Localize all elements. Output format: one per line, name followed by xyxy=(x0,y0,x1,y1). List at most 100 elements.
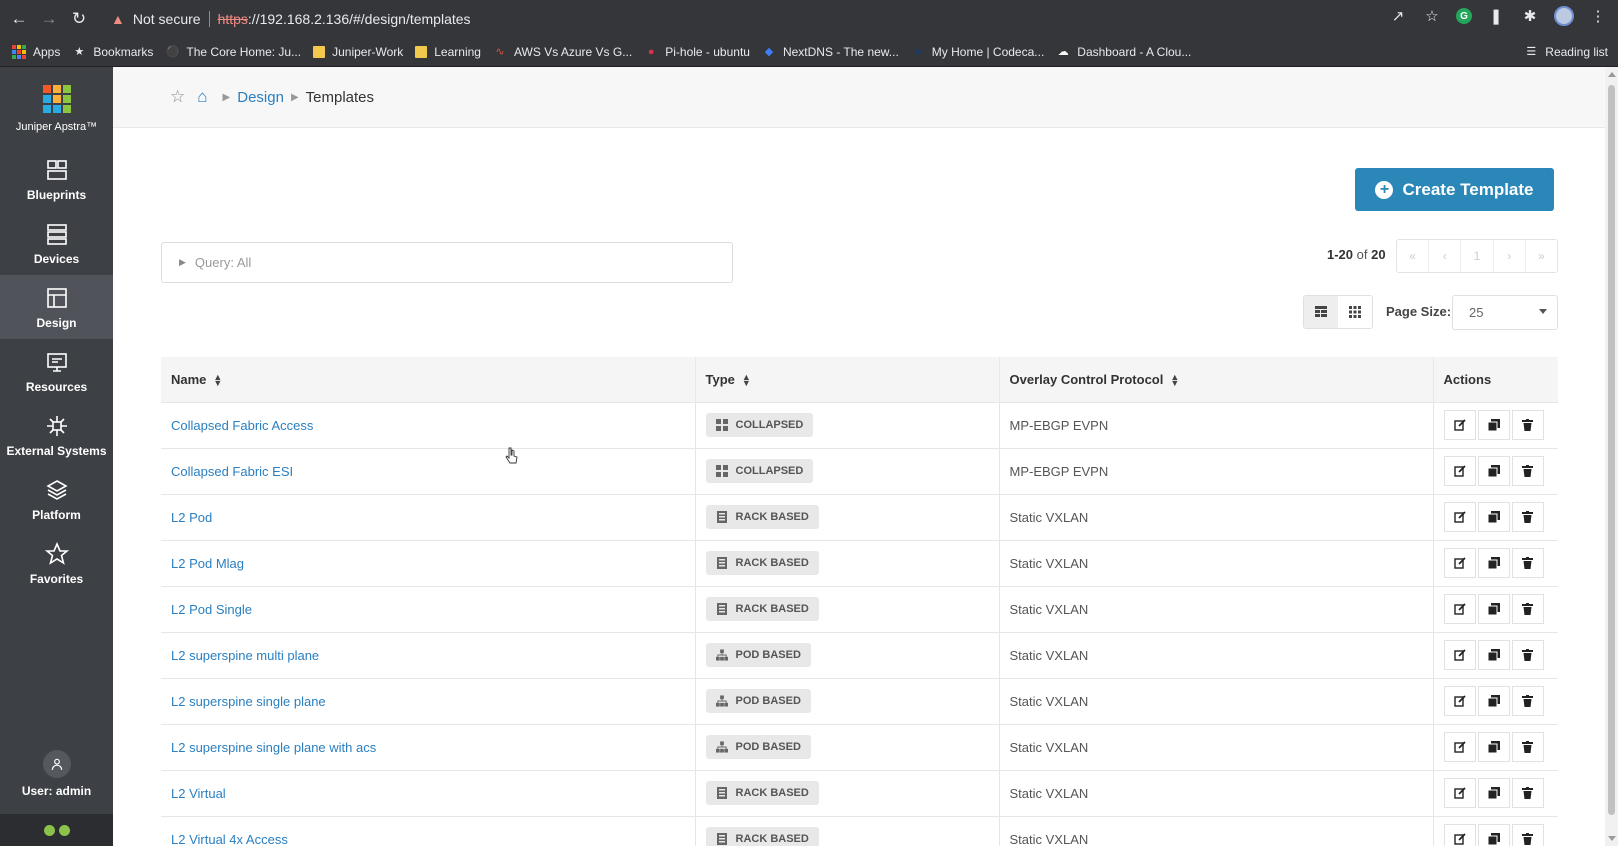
sidebar-item-favorites[interactable]: Favorites xyxy=(0,531,113,595)
delete-trash-icon[interactable] xyxy=(1511,456,1544,486)
bookmark-pihole[interactable]: ● Pi-hole - ubuntu xyxy=(644,45,750,59)
query-filter[interactable]: ▶ Query: All xyxy=(161,242,733,283)
template-name-link[interactable]: L2 superspine single plane xyxy=(171,694,326,709)
share-icon[interactable]: ↗ xyxy=(1388,6,1408,26)
scroll-thumb[interactable] xyxy=(1608,85,1615,815)
bookmark-learning[interactable]: Learning xyxy=(415,45,481,59)
edit-icon[interactable] xyxy=(1443,456,1476,486)
table-view-icon[interactable] xyxy=(1304,296,1338,328)
clone-icon[interactable] xyxy=(1477,732,1510,762)
current-page[interactable]: 1 xyxy=(1461,240,1494,272)
type-badge: POD BASED xyxy=(705,735,811,759)
edit-icon[interactable] xyxy=(1443,502,1476,532)
profile-avatar-icon[interactable] xyxy=(1554,6,1574,26)
clone-icon[interactable] xyxy=(1477,410,1510,440)
breadcrumb-design[interactable]: Design xyxy=(237,89,284,106)
delete-trash-icon[interactable] xyxy=(1511,824,1544,846)
sidebar-item-design[interactable]: Design xyxy=(0,275,113,339)
edit-icon[interactable] xyxy=(1443,594,1476,624)
template-name-link[interactable]: L2 superspine multi plane xyxy=(171,648,319,663)
last-page-icon[interactable]: » xyxy=(1526,240,1557,272)
status-ok-icon xyxy=(58,824,70,836)
template-name-link[interactable]: Collapsed Fabric Access xyxy=(171,418,313,433)
clone-icon[interactable] xyxy=(1477,594,1510,624)
forward-arrow-icon[interactable]: → xyxy=(38,8,60,30)
bookmark-core-home[interactable]: ⚫ The Core Home: Ju... xyxy=(165,45,302,59)
delete-trash-icon[interactable] xyxy=(1511,778,1544,808)
page-size-select[interactable]: 25 xyxy=(1452,295,1558,330)
back-arrow-icon[interactable]: ← xyxy=(8,8,30,30)
type-label: POD BASED xyxy=(735,741,801,753)
edit-icon[interactable] xyxy=(1443,778,1476,808)
grammarly-extension-icon[interactable]: G xyxy=(1456,8,1472,24)
delete-trash-icon[interactable] xyxy=(1511,732,1544,762)
cell-actions xyxy=(1433,401,1558,448)
favorite-star-icon[interactable]: ☆ xyxy=(170,87,185,107)
card-view-icon[interactable] xyxy=(1338,296,1372,328)
bookmark-star-icon[interactable]: ☆ xyxy=(1422,6,1442,26)
menu-kebab-icon[interactable]: ⋮ xyxy=(1588,6,1608,26)
delete-trash-icon[interactable] xyxy=(1511,640,1544,670)
template-name-link[interactable]: L2 Pod Mlag xyxy=(171,556,244,571)
rack-icon xyxy=(716,833,728,846)
next-page-icon[interactable]: › xyxy=(1494,240,1526,272)
pagination-summary: 1-20 of 20 xyxy=(1327,247,1386,262)
sidebar-item-resources[interactable]: Resources xyxy=(0,339,113,403)
extension-icon[interactable]: ❚ xyxy=(1486,6,1506,26)
brand-logo[interactable]: Juniper Apstra™ xyxy=(0,77,113,141)
template-name-link[interactable]: L2 Virtual 4x Access xyxy=(171,832,288,846)
column-header-name[interactable]: Name ▲ ▼ xyxy=(161,357,696,402)
delete-trash-icon[interactable] xyxy=(1511,594,1544,624)
first-page-icon[interactable]: « xyxy=(1397,240,1430,272)
delete-trash-icon[interactable] xyxy=(1511,686,1544,716)
clone-icon[interactable] xyxy=(1477,824,1510,846)
edit-icon[interactable] xyxy=(1443,548,1476,578)
sidebar-item-external-systems[interactable]: External Systems xyxy=(0,403,113,467)
clone-icon[interactable] xyxy=(1477,502,1510,532)
bookmark-dashboard[interactable]: ☁ Dashboard - A Clou... xyxy=(1056,45,1192,59)
sidebar-user[interactable]: User: admin xyxy=(0,742,113,806)
template-name-link[interactable]: L2 Virtual xyxy=(171,786,226,801)
reading-list[interactable]: ☰ Reading list xyxy=(1524,45,1608,59)
clone-icon[interactable] xyxy=(1477,686,1510,716)
bookmark-bookmarks[interactable]: ★ Bookmarks xyxy=(72,45,153,59)
edit-icon[interactable] xyxy=(1443,824,1476,846)
delete-trash-icon[interactable] xyxy=(1511,410,1544,440)
delete-trash-icon[interactable] xyxy=(1511,502,1544,532)
sort-icon: ▲ ▼ xyxy=(213,372,223,389)
create-template-button[interactable]: + Create Template xyxy=(1355,168,1554,211)
clone-icon[interactable] xyxy=(1477,548,1510,578)
puzzle-extensions-icon[interactable]: ✱ xyxy=(1520,6,1540,26)
delete-trash-icon[interactable] xyxy=(1511,548,1544,578)
cell-name: L2 superspine single plane with acs xyxy=(161,723,696,770)
column-header-protocol[interactable]: Overlay Control Protocol ▲ ▼ xyxy=(999,357,1434,402)
clone-icon[interactable] xyxy=(1477,456,1510,486)
template-name-link[interactable]: Collapsed Fabric ESI xyxy=(171,464,293,479)
sidebar-item-platform[interactable]: Platform xyxy=(0,467,113,531)
bookmark-codecademy[interactable]: ■ My Home | Codeca... xyxy=(911,45,1044,59)
reload-icon[interactable]: ↻ xyxy=(68,8,90,30)
edit-icon[interactable] xyxy=(1443,640,1476,670)
bookmark-aws[interactable]: ∿ AWS Vs Azure Vs G... xyxy=(493,45,632,59)
clone-icon[interactable] xyxy=(1477,640,1510,670)
edit-icon[interactable] xyxy=(1443,732,1476,762)
edit-icon[interactable] xyxy=(1443,410,1476,440)
bookmark-apps[interactable]: Apps xyxy=(12,44,60,59)
apps-grid-icon xyxy=(12,44,26,59)
address-bar[interactable]: ▲ Not secure https://192.168.2.136/#/des… xyxy=(103,5,1508,32)
template-name-link[interactable]: L2 superspine single plane with acs xyxy=(171,740,376,755)
column-header-type[interactable]: Type ▲ ▼ xyxy=(695,357,1000,402)
bookmark-nextdns[interactable]: ◆ NextDNS - The new... xyxy=(762,45,899,59)
clone-icon[interactable] xyxy=(1477,778,1510,808)
page-scrollbar[interactable] xyxy=(1605,67,1618,846)
scroll-up-icon[interactable] xyxy=(1608,72,1616,77)
sidebar-item-blueprints[interactable]: Blueprints xyxy=(0,147,113,211)
home-icon[interactable]: ⌂ xyxy=(197,87,207,107)
scroll-down-icon[interactable] xyxy=(1608,836,1616,841)
prev-page-icon[interactable]: ‹ xyxy=(1429,240,1462,272)
template-name-link[interactable]: L2 Pod Single xyxy=(171,602,252,617)
sidebar-item-devices[interactable]: Devices xyxy=(0,211,113,275)
template-name-link[interactable]: L2 Pod xyxy=(171,510,212,525)
edit-icon[interactable] xyxy=(1443,686,1476,716)
bookmark-juniper-work[interactable]: Juniper-Work xyxy=(313,45,403,59)
